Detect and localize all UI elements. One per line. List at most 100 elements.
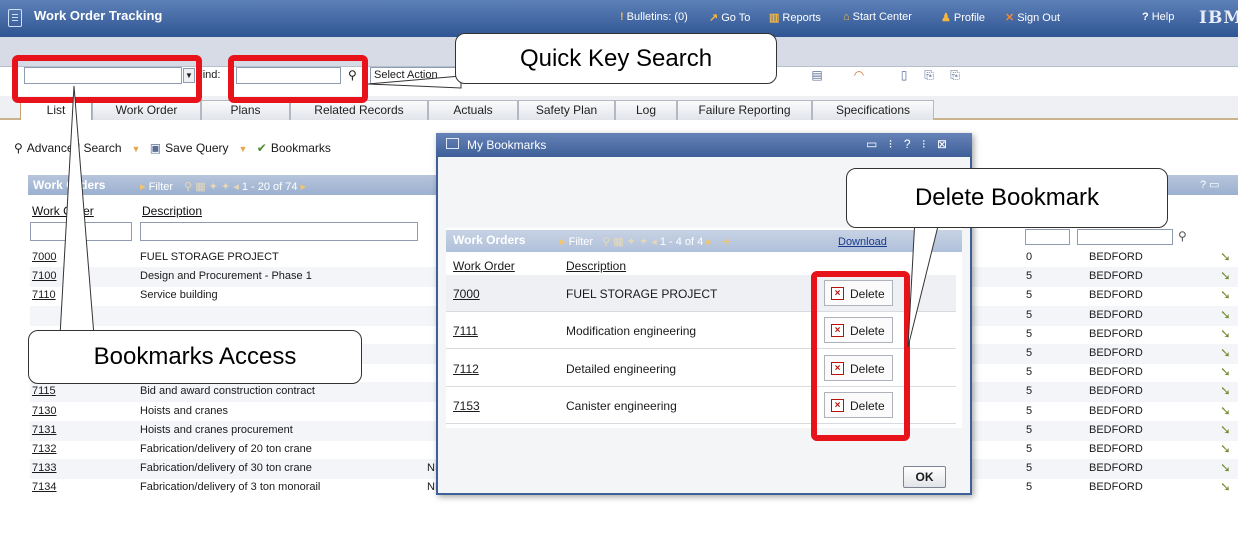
tab-list[interactable]: List bbox=[20, 100, 92, 120]
tab-safety-plan[interactable]: Safety Plan bbox=[518, 100, 615, 120]
table-range: 1 - 20 of 74 bbox=[241, 181, 298, 193]
work-order-link[interactable]: 7131 bbox=[32, 424, 56, 436]
dialog-window-buttons[interactable]: ▭ ⁝ ? ⁝ ⊠ bbox=[866, 137, 951, 151]
profile-link[interactable]: ♟ Profile bbox=[941, 11, 985, 24]
search-icon[interactable]: ⚲ bbox=[1178, 229, 1187, 243]
route-arrow-icon[interactable]: ➘ bbox=[1220, 345, 1231, 361]
bookmark-description: Detailed engineering bbox=[566, 362, 677, 376]
column-header-work-order[interactable]: Work Order bbox=[32, 204, 94, 218]
dialog-table-title: Work Orders bbox=[453, 233, 526, 247]
site-cell: BEDFORD bbox=[1089, 251, 1143, 263]
binoculars-icon: ⚲ bbox=[14, 141, 23, 155]
filter-work-order-input[interactable] bbox=[30, 222, 132, 241]
reports-link[interactable]: ▥ Reports bbox=[769, 11, 821, 24]
route-arrow-icon[interactable]: ➘ bbox=[1220, 268, 1231, 284]
bookmark-work-order-link[interactable]: 7153 bbox=[453, 399, 480, 413]
pager-icons[interactable]: ⚲ ▦ ✦ ✦ ◂ bbox=[184, 181, 239, 193]
route-arrow-icon[interactable]: ➘ bbox=[1220, 441, 1231, 457]
dialog-filter-link[interactable]: Filter bbox=[569, 236, 593, 248]
column-header-description[interactable]: Description bbox=[142, 204, 202, 218]
pager-icons[interactable]: ⚲ ▦ ✦ ✦ ◂ bbox=[602, 236, 657, 248]
filter-link[interactable]: Filter bbox=[149, 181, 173, 193]
priority-cell: 5 bbox=[1026, 270, 1033, 283]
bookmark-work-order-link[interactable]: 7000 bbox=[453, 287, 480, 301]
work-order-link[interactable]: 7000 bbox=[32, 251, 56, 263]
select-action-dropdown[interactable]: Select Action bbox=[370, 67, 460, 84]
highlight-delete-buttons bbox=[811, 271, 910, 441]
bookmark-work-order-link[interactable]: 7112 bbox=[453, 362, 479, 376]
route-arrow-icon[interactable]: ➘ bbox=[1220, 460, 1231, 476]
route-arrow-icon[interactable]: ➘ bbox=[1220, 326, 1231, 342]
chevron-down-icon[interactable]: ▼ bbox=[239, 144, 248, 154]
sign-out-link[interactable]: ✕ Sign Out bbox=[1005, 11, 1060, 24]
bookmarks-link[interactable]: Bookmarks bbox=[271, 141, 331, 155]
callout-delete-bookmark: Delete Bookmark bbox=[846, 168, 1168, 228]
ok-button[interactable]: OK bbox=[903, 466, 946, 488]
callout-bookmarks-access: Bookmarks Access bbox=[28, 330, 362, 384]
route-arrow-icon[interactable]: ➘ bbox=[1220, 422, 1231, 438]
route-arrow-icon[interactable]: ➘ bbox=[1220, 364, 1231, 380]
bookmark-description: Modification engineering bbox=[566, 324, 697, 338]
site-cell: BEDFORD bbox=[1089, 366, 1143, 379]
dialog-range: 1 - 4 of 4 bbox=[659, 236, 704, 248]
gauge-icon[interactable]: ◠ bbox=[850, 68, 868, 84]
route-icon[interactable]: ⎘ bbox=[920, 68, 938, 84]
filter-site-input[interactable] bbox=[1077, 229, 1173, 245]
save-icon[interactable]: ▤ bbox=[808, 68, 826, 84]
tab-log[interactable]: Log bbox=[615, 100, 677, 120]
next-page-icon[interactable]: ▸ bbox=[706, 236, 712, 248]
table-title: Work Orders bbox=[33, 178, 106, 192]
download-link[interactable]: Download bbox=[838, 236, 887, 248]
save-query-link[interactable]: Save Query bbox=[165, 141, 228, 155]
description-cell: Design and Procurement - Phase 1 bbox=[140, 270, 312, 283]
work-order-link[interactable]: 7115 bbox=[32, 385, 56, 397]
tab-plans[interactable]: Plans bbox=[201, 100, 290, 120]
route-arrow-icon[interactable]: ➘ bbox=[1220, 287, 1231, 303]
bookmark-work-order-link[interactable]: 7111 bbox=[453, 324, 478, 338]
filter-description-input[interactable] bbox=[140, 222, 418, 241]
priority-cell: 5 bbox=[1026, 289, 1033, 302]
next-page-icon[interactable]: ▸ bbox=[301, 181, 307, 193]
work-order-link[interactable]: 7110 bbox=[32, 289, 56, 301]
advanced-search-link[interactable]: Advanced Search bbox=[27, 141, 122, 155]
workflow-icon[interactable]: ⎘ bbox=[946, 68, 964, 84]
work-order-link[interactable]: 7134 bbox=[32, 481, 56, 493]
goto-link[interactable]: ↗ Go To bbox=[709, 11, 750, 24]
priority-cell: 5 bbox=[1026, 385, 1033, 398]
callout-quick-key-search: Quick Key Search bbox=[455, 33, 777, 84]
description-cell: Service building bbox=[140, 289, 218, 302]
site-cell: BEDFORD bbox=[1089, 289, 1143, 302]
description-cell: Hoists and cranes procurement bbox=[140, 423, 293, 436]
route-arrow-icon[interactable]: ➘ bbox=[1220, 383, 1231, 399]
document-icon[interactable]: ▯ bbox=[895, 68, 913, 84]
route-arrow-icon[interactable]: ➘ bbox=[1220, 249, 1231, 265]
route-arrow-icon[interactable]: ➘ bbox=[1220, 307, 1231, 323]
chevron-down-icon[interactable]: ▼ bbox=[132, 144, 141, 154]
help-link[interactable]: ? Help bbox=[1142, 11, 1174, 23]
dialog-column-description[interactable]: Description bbox=[566, 259, 626, 273]
work-order-link[interactable]: 7133 bbox=[32, 462, 56, 474]
table-nav: ▸ Filter ⚲ ▦ ✦ ✦ ◂ 1 - 20 of 74 ▸ bbox=[140, 180, 306, 193]
filter-icon: ▸ bbox=[560, 236, 566, 248]
tab-related-records[interactable]: Related Records bbox=[290, 100, 428, 120]
bulletins-link[interactable]: ! Bulletins: (0) bbox=[620, 11, 688, 23]
description-cell: FUEL STORAGE PROJECT bbox=[140, 251, 279, 263]
work-order-link[interactable]: 7130 bbox=[32, 405, 56, 417]
tab-work-order[interactable]: Work Order bbox=[92, 100, 201, 120]
filter-priority-input[interactable] bbox=[1025, 229, 1070, 245]
work-order-link[interactable]: 7100 bbox=[32, 270, 56, 282]
route-arrow-icon[interactable]: ➘ bbox=[1220, 479, 1231, 495]
priority-cell: 5 bbox=[1026, 366, 1033, 379]
tab-failure-reporting[interactable]: Failure Reporting bbox=[677, 100, 812, 120]
priority-cell: 5 bbox=[1026, 327, 1033, 340]
priority-cell: 5 bbox=[1026, 443, 1033, 455]
table-header-icons[interactable]: ? ▭ bbox=[1200, 178, 1220, 191]
work-order-link[interactable]: 7132 bbox=[32, 443, 56, 455]
site-cell: BEDFORD bbox=[1089, 327, 1143, 340]
dialog-column-work-order[interactable]: Work Order bbox=[453, 259, 515, 273]
tab-specifications[interactable]: Specifications bbox=[812, 100, 934, 120]
goto-arrow-icon: ↗ bbox=[709, 12, 719, 24]
route-arrow-icon[interactable]: ➘ bbox=[1220, 403, 1231, 419]
tab-actuals[interactable]: Actuals bbox=[428, 100, 518, 120]
start-center-link[interactable]: ⌂ Start Center bbox=[843, 11, 912, 23]
